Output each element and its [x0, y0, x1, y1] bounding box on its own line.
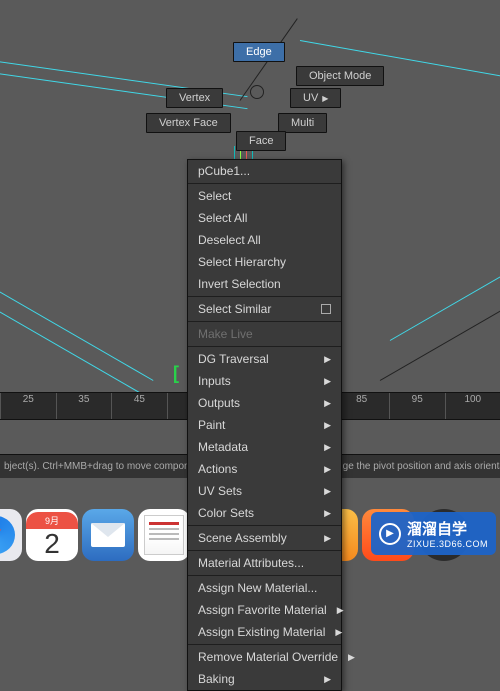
menu-item[interactable]: Deselect All — [188, 229, 341, 251]
menu-item[interactable]: Metadata ▶ — [188, 436, 341, 458]
menu-item[interactable]: Select All — [188, 207, 341, 229]
menu-item[interactable]: DG Traversal ▶ — [188, 348, 341, 370]
menu-item-label: Material Attributes... — [198, 556, 304, 570]
watermark-url: ZIXUE.3D66.COM — [407, 539, 488, 549]
option-box-icon[interactable] — [321, 304, 331, 314]
menu-item[interactable]: Scene Assembly ▶ — [188, 527, 341, 549]
chevron-right-icon: ▶ — [324, 486, 331, 497]
marking-menu-vertex[interactable]: Vertex — [166, 88, 223, 108]
menu-item-label: Color Sets — [198, 506, 254, 520]
marking-menu-multi[interactable]: Multi — [278, 113, 327, 133]
menu-item-label: Select Hierarchy — [198, 255, 286, 269]
menu-item-label: Paint — [198, 418, 225, 432]
menu-item[interactable]: Select Hierarchy — [188, 251, 341, 273]
wire-edge — [0, 300, 153, 401]
menu-separator — [188, 321, 341, 322]
menu-item[interactable]: Baking ▶ — [188, 668, 341, 690]
menu-item[interactable]: Material Attributes... — [188, 552, 341, 574]
marking-menu-face[interactable]: Face — [236, 131, 286, 151]
menu-item-label: Outputs — [198, 396, 240, 410]
menu-item-label: Actions — [198, 462, 237, 476]
pivot-manipulator-icon[interactable] — [250, 85, 264, 99]
menu-item[interactable]: Assign Existing Material ▶ — [188, 621, 341, 643]
timeline-tick[interactable]: 25 — [0, 393, 56, 419]
chevron-right-icon: ▶ — [324, 533, 331, 544]
chevron-right-icon: ▶ — [324, 508, 331, 519]
menu-item-label: UV Sets — [198, 484, 242, 498]
chevron-right-icon: ▶ — [324, 376, 331, 387]
menu-item-label: Select Similar — [198, 302, 271, 316]
dock-icon-calendar[interactable]: 9月 2 — [26, 509, 78, 561]
menu-separator — [188, 525, 341, 526]
menu-item[interactable]: Outputs ▶ — [188, 392, 341, 414]
watermark-badge: ▶ 溜溜自学 ZIXUE.3D66.COM — [371, 512, 496, 555]
menu-item: Make Live — [188, 323, 341, 345]
marking-menu-uv[interactable]: UV▶ — [290, 88, 341, 108]
menu-item[interactable]: Actions ▶ — [188, 458, 341, 480]
menu-item-label: DG Traversal — [198, 352, 269, 366]
menu-item[interactable]: Assign New Material... — [188, 577, 341, 599]
chevron-right-icon: ▶ — [335, 627, 342, 638]
chevron-right-icon: ▶ — [324, 420, 331, 431]
hint-text-right: nge the pivot position and axis orientat… — [337, 461, 500, 472]
menu-item-label: Deselect All — [198, 233, 261, 247]
chevron-right-icon: ▶ — [322, 94, 328, 103]
menu-separator — [188, 346, 341, 347]
menu-separator — [188, 644, 341, 645]
chevron-right-icon: ▶ — [324, 442, 331, 453]
context-menu: pCube1... Select Select All Deselect All Se… — [187, 159, 342, 691]
timeline-tick[interactable]: 45 — [111, 393, 167, 419]
menu-separator — [188, 550, 341, 551]
timeline-tick[interactable]: 100 — [445, 393, 500, 419]
dock-icon-safari[interactable] — [0, 509, 22, 561]
chevron-right-icon: ▶ — [324, 464, 331, 475]
menu-item-label: Select — [198, 189, 231, 203]
marking-menu-edge[interactable]: Edge — [233, 42, 285, 62]
context-menu-header[interactable]: pCube1... — [188, 160, 341, 182]
menu-item-label: Inputs — [198, 374, 231, 388]
play-icon: ▶ — [379, 523, 401, 545]
chevron-right-icon: ▶ — [348, 652, 355, 663]
menu-item[interactable]: Select Similar — [188, 298, 341, 320]
menu-separator — [188, 575, 341, 576]
menu-item[interactable]: UV Sets ▶ — [188, 480, 341, 502]
range-bracket-start-icon: [ — [173, 363, 179, 384]
chevron-right-icon: ▶ — [324, 398, 331, 409]
menu-item[interactable]: Assign Favorite Material ▶ — [188, 599, 341, 621]
wire-edge — [390, 260, 500, 341]
chevron-right-icon: ▶ — [324, 674, 331, 685]
watermark-brand: 溜溜自学 — [407, 518, 488, 539]
menu-item-label: Make Live — [198, 327, 253, 341]
menu-item[interactable]: Color Sets ▶ — [188, 502, 341, 524]
marking-menu-vertex-face[interactable]: Vertex Face — [146, 113, 231, 133]
menu-item-label: Assign Existing Material — [198, 625, 325, 639]
menu-separator — [188, 183, 341, 184]
timeline-tick[interactable]: 95 — [389, 393, 445, 419]
timeline-tick[interactable]: 35 — [56, 393, 112, 419]
dock-icon-mail[interactable] — [82, 509, 134, 561]
calendar-day: 2 — [44, 529, 60, 559]
menu-item[interactable]: Remove Material Override▶ — [188, 646, 341, 668]
menu-item-label: Scene Assembly — [198, 531, 287, 545]
menu-item[interactable]: Select — [188, 185, 341, 207]
menu-item-label: Baking — [198, 672, 235, 686]
menu-item-label: Metadata — [198, 440, 248, 454]
menu-item-label: Assign Favorite Material — [198, 603, 327, 617]
hint-text-left: bject(s). Ctrl+MMB+drag to move componen… — [4, 461, 204, 472]
menu-item-label: Select All — [198, 211, 247, 225]
menu-item[interactable]: Invert Selection — [188, 273, 341, 295]
wire-edge — [0, 280, 153, 381]
dock-icon-notes[interactable] — [138, 509, 190, 561]
menu-item-label: Invert Selection — [198, 277, 281, 291]
menu-separator — [188, 296, 341, 297]
chevron-right-icon: ▶ — [324, 354, 331, 365]
menu-item-label: Assign New Material... — [198, 581, 317, 595]
marking-menu-object-mode[interactable]: Object Mode — [296, 66, 384, 86]
menu-item[interactable]: Paint ▶ — [188, 414, 341, 436]
calendar-month: 9月 — [26, 512, 78, 529]
menu-item-label: Remove Material Override — [198, 650, 338, 664]
chevron-right-icon: ▶ — [337, 605, 344, 616]
menu-item[interactable]: Inputs ▶ — [188, 370, 341, 392]
